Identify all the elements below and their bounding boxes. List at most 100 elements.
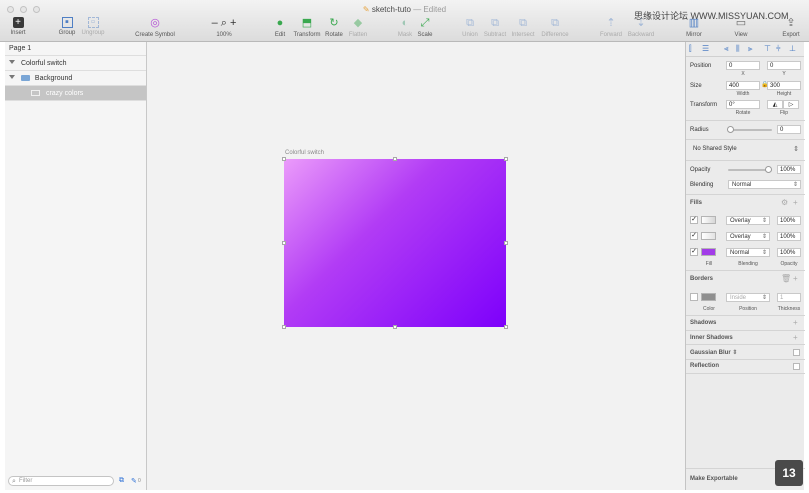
align-right-icon[interactable]: ⫸: [748, 44, 753, 54]
fill-opacity-input[interactable]: 100%: [777, 216, 801, 225]
edit-pen-icon[interactable]: ✎: [131, 477, 137, 485]
artboard-title[interactable]: Colorful switch: [285, 150, 324, 156]
opacity-slider-knob[interactable]: [765, 166, 772, 173]
resize-handle[interactable]: [504, 157, 508, 161]
gear-icon[interactable]: ⚙: [781, 198, 788, 207]
duplicate-page-icon[interactable]: ⧉: [119, 477, 124, 485]
fill-enabled-checkbox[interactable]: ✓: [690, 232, 698, 240]
make-exportable-button[interactable]: Make Exportable: [690, 476, 738, 482]
border-enabled-checkbox[interactable]: [690, 293, 698, 301]
shared-style-select[interactable]: No Shared Style ⇕: [690, 144, 801, 156]
border-position-select[interactable]: Inside ⇕: [726, 293, 770, 302]
trash-icon[interactable]: 🗑: [781, 274, 791, 283]
group-button[interactable]: ▪ Group: [56, 17, 78, 37]
resize-handle[interactable]: [504, 241, 508, 245]
resize-handle[interactable]: [282, 157, 286, 161]
flatten-button[interactable]: ◆ Flatten: [347, 17, 369, 38]
stepper-arrows-icon: ⇕: [793, 146, 799, 153]
align-bottom-icon[interactable]: ⊥: [789, 44, 796, 53]
radius-slider[interactable]: [728, 129, 772, 131]
disclosure-triangle-icon[interactable]: [9, 75, 15, 79]
disclosure-triangle-icon[interactable]: [9, 60, 15, 64]
insert-button[interactable]: + Insert: [8, 17, 28, 36]
align-left-icon[interactable]: ⫷: [724, 44, 729, 54]
union-button[interactable]: ⧉ Union: [461, 17, 479, 38]
zoom-in-button[interactable]: +: [230, 17, 236, 29]
fill-blend-select[interactable]: Overlay ⇕: [726, 232, 770, 241]
layer-row-group[interactable]: Background: [5, 71, 146, 86]
position-y-input[interactable]: 0: [767, 61, 801, 70]
inner-shadows-header[interactable]: Inner Shadows: [690, 335, 733, 341]
union-icon: ⧉: [466, 17, 474, 29]
layer-label: Colorful switch: [20, 60, 67, 67]
artboard-rectangle[interactable]: [282, 157, 508, 329]
flip-horizontal-button[interactable]: ◭: [767, 100, 783, 109]
ungroup-button[interactable]: ▫ Ungroup: [80, 17, 106, 37]
export-button[interactable]: ⇪ Export: [780, 17, 802, 38]
distribute-vertical-icon[interactable]: ☰: [702, 44, 709, 53]
resize-handle[interactable]: [393, 325, 397, 329]
intersect-button[interactable]: ⧉ Intersect: [510, 17, 536, 38]
transform-button[interactable]: ⬒ Transform: [292, 17, 322, 38]
resize-handle[interactable]: [282, 325, 286, 329]
add-border-icon[interactable]: +: [793, 274, 798, 283]
magnifier-icon: ⌕: [220, 17, 227, 29]
border-color-swatch[interactable]: [701, 293, 716, 301]
subtract-button[interactable]: ⧉ Subtract: [482, 17, 508, 38]
fill-color-swatch[interactable]: [701, 248, 716, 256]
flip-vertical-button[interactable]: ▷: [783, 100, 799, 109]
fill-blend-select[interactable]: Normal ⇕: [726, 248, 770, 257]
rotate-button[interactable]: ↻ Rotate: [324, 17, 344, 38]
divider: [686, 344, 805, 345]
mask-button[interactable]: ◐ Mask: [396, 17, 414, 38]
resize-handle[interactable]: [393, 157, 397, 161]
scale-button[interactable]: ⤢ Scale: [416, 17, 434, 38]
view-button[interactable]: ▭ View: [732, 17, 750, 38]
backward-icon: ⇣: [636, 17, 646, 29]
gaussian-blur-header[interactable]: Gaussian Blur ⇕: [690, 349, 737, 356]
layer-row-selected[interactable]: crazy colors: [5, 86, 146, 101]
create-symbol-button[interactable]: ◎ Create Symbol: [133, 17, 177, 38]
fill-enabled-checkbox[interactable]: ✓: [690, 216, 698, 224]
layer-row-artboard[interactable]: Colorful switch: [5, 56, 146, 71]
rotate-input[interactable]: 0°: [726, 100, 760, 109]
canvas[interactable]: Colorful switch: [147, 42, 685, 490]
fill-enabled-checkbox[interactable]: ✓: [690, 248, 698, 256]
width-input[interactable]: 400: [726, 81, 760, 90]
position-x-input[interactable]: 0: [726, 61, 760, 70]
resize-handle[interactable]: [282, 241, 286, 245]
distribute-horizontal-icon[interactable]: ⫿: [689, 44, 692, 54]
radius-slider-knob[interactable]: [727, 126, 734, 133]
fill-blend-select[interactable]: Overlay ⇕: [726, 216, 770, 225]
blending-select[interactable]: Normal ⇕: [728, 180, 801, 189]
add-fill-icon[interactable]: +: [793, 198, 798, 207]
forward-button[interactable]: ⇡ Forward: [599, 17, 623, 38]
align-middle-icon[interactable]: ⫩: [776, 44, 781, 54]
align-top-icon[interactable]: ⊤: [764, 44, 771, 53]
fill-color-swatch[interactable]: [701, 216, 716, 224]
fill-color-swatch[interactable]: [701, 232, 716, 240]
resize-handle[interactable]: [504, 325, 508, 329]
height-input[interactable]: 300: [767, 81, 801, 90]
radius-input[interactable]: 0: [777, 125, 801, 134]
mirror-button[interactable]: ▥ Mirror: [683, 17, 705, 38]
page-selector[interactable]: Page 1: [5, 42, 146, 56]
fill-opacity-input[interactable]: 100%: [777, 232, 801, 241]
align-center-icon[interactable]: ⫼: [736, 44, 740, 54]
subtract-icon: ⧉: [491, 17, 499, 29]
gaussian-blur-checkbox[interactable]: [793, 349, 800, 356]
reflection-checkbox[interactable]: [793, 363, 800, 370]
zoom-control[interactable]: – ⌕ + 100%: [206, 17, 242, 38]
add-inner-shadow-icon[interactable]: +: [793, 333, 798, 342]
shadows-header[interactable]: Shadows: [690, 320, 716, 326]
backward-button[interactable]: ⇣ Backward: [626, 17, 656, 38]
filter-input[interactable]: ⌕ Filter: [8, 476, 114, 486]
reflection-header[interactable]: Reflection: [690, 363, 719, 369]
fill-opacity-input[interactable]: 100%: [777, 248, 801, 257]
difference-button[interactable]: ⧉ Difference: [539, 17, 571, 38]
border-thickness-input[interactable]: 1: [777, 293, 801, 302]
add-shadow-icon[interactable]: +: [793, 318, 798, 327]
opacity-input[interactable]: 100%: [777, 165, 801, 174]
zoom-out-button[interactable]: –: [212, 17, 218, 29]
edit-button[interactable]: ● Edit: [272, 17, 288, 38]
